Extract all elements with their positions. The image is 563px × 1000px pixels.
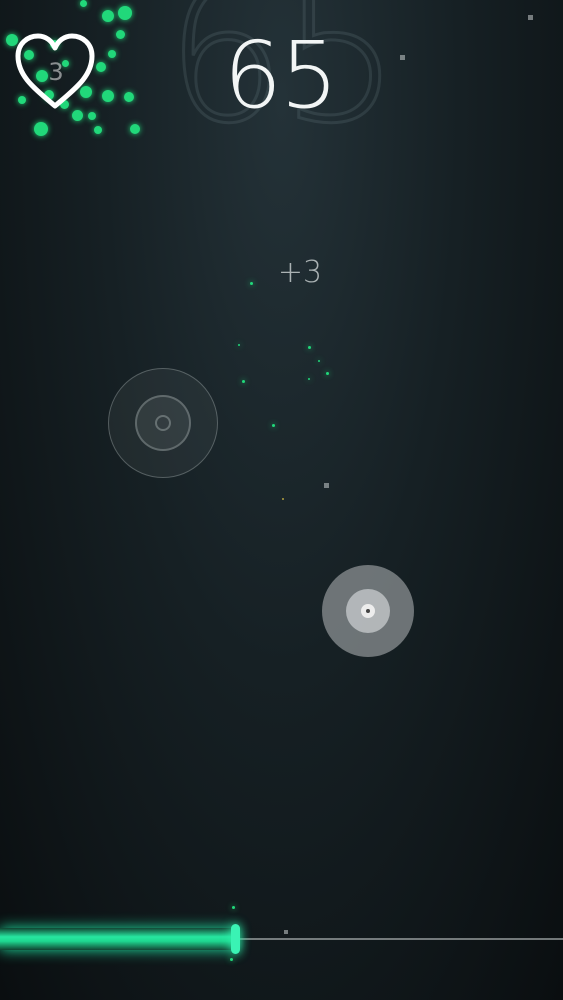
- game-stage[interactable]: 65 65 3 +3: [0, 0, 563, 1000]
- progress-fill: [0, 928, 236, 950]
- progress-sparkle: [230, 958, 233, 961]
- dust-particle: [400, 55, 405, 60]
- target-center: [155, 415, 171, 431]
- target-dot: [366, 609, 370, 613]
- progress-head: [231, 924, 240, 954]
- dust-particle: [324, 483, 329, 488]
- progress-sparkle: [232, 906, 235, 909]
- combo-popup: +3: [277, 255, 323, 290]
- dust-particle: [284, 930, 288, 934]
- tap-target-ring[interactable]: [108, 368, 218, 478]
- score-counter: 65: [223, 22, 338, 129]
- dust-particle: [528, 15, 533, 20]
- tap-target-active[interactable]: [322, 565, 414, 657]
- lives-count: 3: [48, 58, 64, 86]
